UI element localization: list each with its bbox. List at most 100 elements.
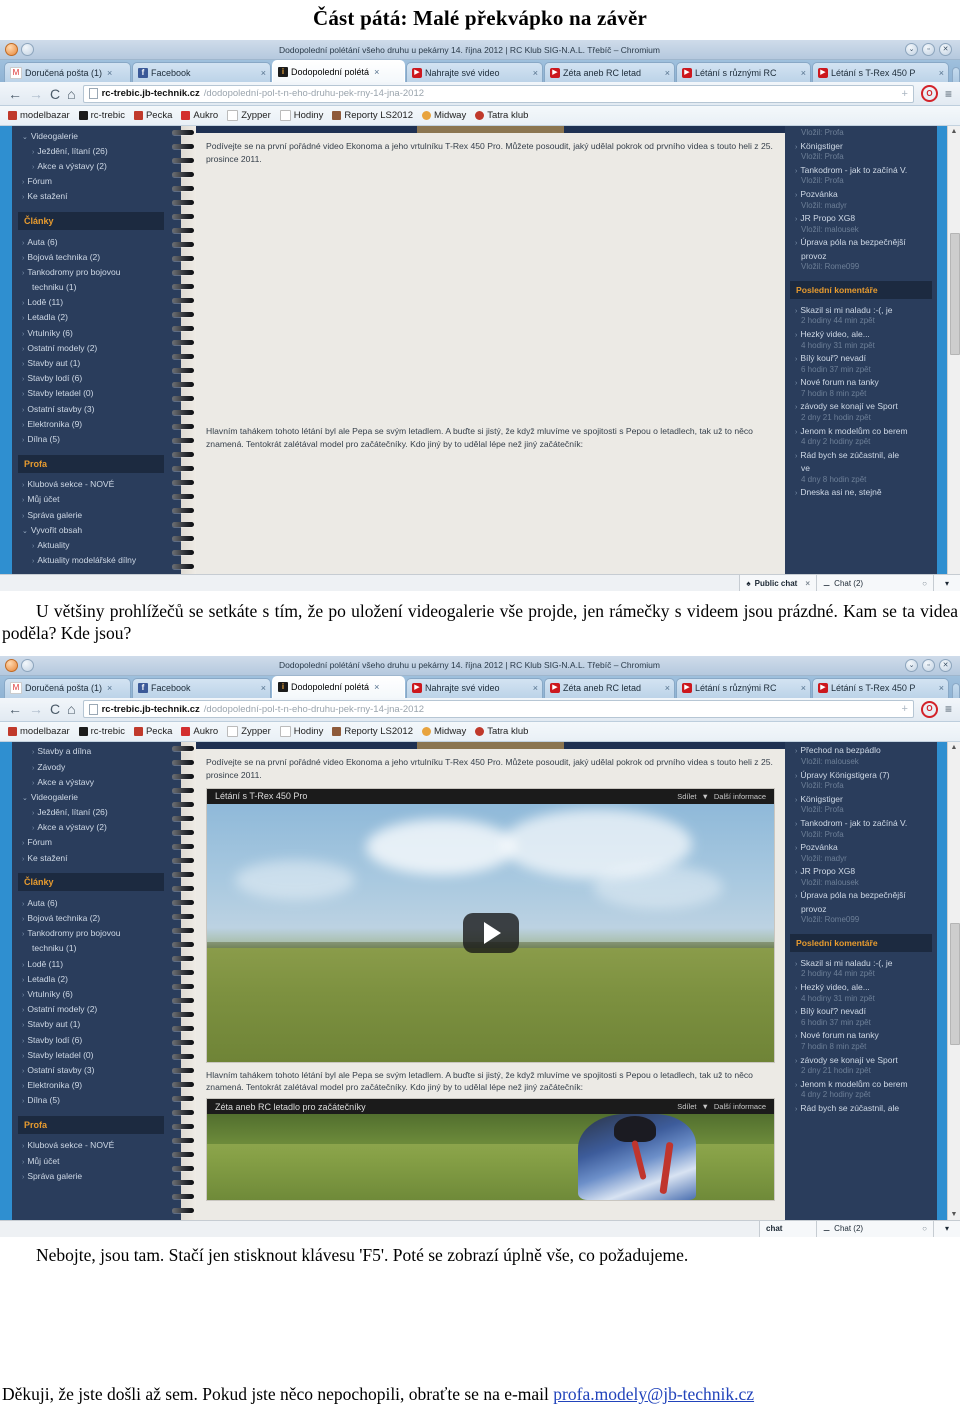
sidebar-item-ke-stazeni[interactable]: › Ke stažení [12,189,170,204]
bookmark-item[interactable]: Pecka [133,110,172,121]
tab-close-icon[interactable]: × [374,67,379,77]
tab-close-icon[interactable]: × [107,683,112,693]
close-button[interactable]: ✕ [939,658,952,672]
comment-item[interactable]: › Skazil si mi naladu :-(, je [785,303,937,316]
sidebar-item-klubova-sekce[interactable]: › Klubová sekce - NOVÉ [12,1138,170,1153]
bookmark-item[interactable]: rc-trebic [78,110,125,121]
bookmark-item[interactable]: Midway [422,110,466,121]
comment-item[interactable]: › Rád bych se zúčastnil, ale [785,1101,937,1114]
scroll-track[interactable] [950,753,960,1209]
public-chat-button[interactable]: ♠ Public chat × [739,575,816,591]
browser-tab[interactable]: ▶ Létání s T-Rex 450 P × [812,677,949,698]
sidebar-item-ostatni-modely[interactable]: › Ostatní modely (2) [12,340,170,355]
sidebar-item-bojova-technika[interactable]: › Bojová technika (2) [12,249,170,264]
bookmark-item[interactable]: rc-trebic [78,726,125,737]
right-item-prechod[interactable]: › Přechod na bezpádlo [785,744,937,757]
chat-settings-icon[interactable]: ○ [922,1224,927,1233]
browser-tab[interactable]: ▶ Zéta aneb RC letad × [544,677,675,698]
sidebar-item-aktuality-dilny[interactable]: › Aktuality modelářské dílny [12,553,170,568]
sidebar-item-videogalerie[interactable]: ⌄ Videogalerie [12,789,170,804]
share-button[interactable]: Sdílet [677,792,696,801]
minimize-button[interactable]: ⌄ [905,658,918,672]
close-button[interactable]: ✕ [939,43,952,56]
sidebar-item-tankodromy[interactable]: › Tankodromy pro bojovou [12,264,170,279]
sidebar-item-muj-ucet[interactable]: › Můj účet [12,1153,170,1168]
scroll-thumb[interactable] [950,922,960,1045]
sidebar-item-akce-vystavy[interactable]: › Akce a výstavy (2) [12,158,170,173]
new-tab-button[interactable] [952,682,960,698]
sidebar-item-jezdeni[interactable]: › Ježdění, lítaní (26) [12,143,170,158]
bookmark-item[interactable]: Zypper [227,110,271,121]
sidebar-item-vrtulniky[interactable]: › Vrtulníky (6) [12,325,170,340]
address-bar[interactable]: rc-trebic.jb-technik.cz/dodopolední-pol-… [82,84,914,103]
new-tab-button[interactable] [952,67,960,82]
back-icon[interactable]: ← [8,87,22,101]
comment-item[interactable]: › Bílý kouř? nevadí [785,352,937,365]
comment-item[interactable]: › Dneska asi ne, stejně [785,486,937,499]
sidebar-item-sprava-galerie[interactable]: › Správa galerie [12,1168,170,1183]
sidebar-item-klubova-sekce[interactable]: › Klubová sekce - NOVÉ [12,477,170,492]
browser-menu-icon[interactable]: ≡ [945,87,952,101]
bookmark-item[interactable]: Zypper [227,725,271,737]
tab-close-icon[interactable]: × [665,683,670,693]
reload-icon[interactable]: C [50,87,60,101]
email-link[interactable]: profa.modely@jb-technik.cz [553,1384,754,1404]
bookmark-item[interactable]: Tatra klub [475,726,528,737]
sidebar-item-lode[interactable]: › Lodě (11) [12,956,170,971]
right-item-tankodrom[interactable]: › Tankodrom - jak to začíná V. [785,816,937,829]
sidebar-item-ostatni-stavby[interactable]: › Ostatní stavby (3) [12,401,170,416]
video-player-1[interactable]: Létání s T-Rex 450 Pro Sdílet ▼ Další in… [206,787,775,1063]
tab-close-icon[interactable]: × [533,68,538,78]
sidebar-item-auta[interactable]: › Auta (6) [12,895,170,910]
bookmark-item[interactable]: Pecka [133,726,172,737]
comment-item[interactable]: › Jenom k modelům co berem [785,424,937,437]
chat-button[interactable]: ⚊ Chat (2) ○ [816,575,933,591]
sidebar-item-auta[interactable]: › Auta (6) [12,234,170,249]
bookmark-star-icon[interactable]: + [902,88,908,100]
browser-tab[interactable]: ▶ Létání s různými RC × [676,677,811,698]
sidebar-item-elektronika[interactable]: › Elektronika (9) [12,1078,170,1093]
tab-close-icon[interactable]: × [801,68,806,78]
browser-tab[interactable]: Doručená pošta (1) × [4,677,131,698]
right-item-uprava-pola[interactable]: › Úprava póla na bezpečnější [785,889,937,902]
scroll-up-icon[interactable]: ▲ [951,126,958,137]
sidebar-item-stavby-lodi[interactable]: › Stavby lodí (6) [12,371,170,386]
sidebar-item-stavby-lodi[interactable]: › Stavby lodí (6) [12,1032,170,1047]
public-chat-close-icon[interactable]: × [805,579,810,588]
share-button[interactable]: Sdílet [677,1102,696,1111]
sidebar-item-vyvorit-obsah[interactable]: ⌄ Vyvořit obsah [12,522,170,537]
comment-item[interactable]: › závody se konají ve Sport [785,1053,937,1066]
comment-item[interactable]: › závody se konají ve Sport [785,400,937,413]
chat-bar-collapse[interactable]: ▾ [933,575,960,591]
reload-icon[interactable]: C [50,702,60,716]
tab-close-icon[interactable]: × [665,68,670,78]
address-bar[interactable]: rc-trebic.jb-technik.cz/dodopolední-pol-… [82,700,914,719]
browser-tab[interactable]: f Facebook × [132,677,271,698]
page-scrollbar[interactable]: ▲ [947,126,960,574]
video-stage[interactable] [207,803,774,1062]
right-item-jr-propo[interactable]: › JR Propo XG8 [785,212,937,225]
sidebar-item-ostatni-modely[interactable]: › Ostatní modely (2) [12,1002,170,1017]
browser-tab-active[interactable]: i Dodopolední polétá × [272,60,405,82]
sidebar-item-ke-stazeni[interactable]: › Ke stažení [12,850,170,865]
home-icon[interactable]: ⌂ [67,87,75,101]
sidebar-item-lode[interactable]: › Lodě (11) [12,295,170,310]
sidebar-item-sprava-galerie[interactable]: › Správa galerie [12,507,170,522]
sidebar-item-stavby-letadel[interactable]: › Stavby letadel (0) [12,1047,170,1062]
maximize-button[interactable]: ▫ [922,658,935,672]
browser-tab[interactable]: ▶ Nahrajte své video × [406,677,543,698]
sidebar-item-forum[interactable]: › Fórum [12,174,170,189]
right-item-jr-propo[interactable]: › JR Propo XG8 [785,865,937,878]
bookmark-item[interactable]: Aukro [181,110,218,121]
scroll-up-icon[interactable]: ▲ [951,742,958,753]
sidebar-item-zavody[interactable]: › Závody [12,759,170,774]
bookmark-item[interactable]: modelbazar [8,726,70,737]
sidebar-item-dilna[interactable]: › Dílna (5) [12,1093,170,1108]
tab-close-icon[interactable]: × [939,683,944,693]
sidebar-item-dilna[interactable]: › Dílna (5) [12,431,170,446]
home-icon[interactable]: ⌂ [67,702,75,716]
play-button[interactable] [462,912,519,953]
sidebar-item-vrtulniky[interactable]: › Vrtulníky (6) [12,986,170,1001]
browser-tab[interactable]: ▶ Nahrajte své video × [406,62,543,82]
comment-item[interactable]: › Jenom k modelům co berem [785,1077,937,1090]
